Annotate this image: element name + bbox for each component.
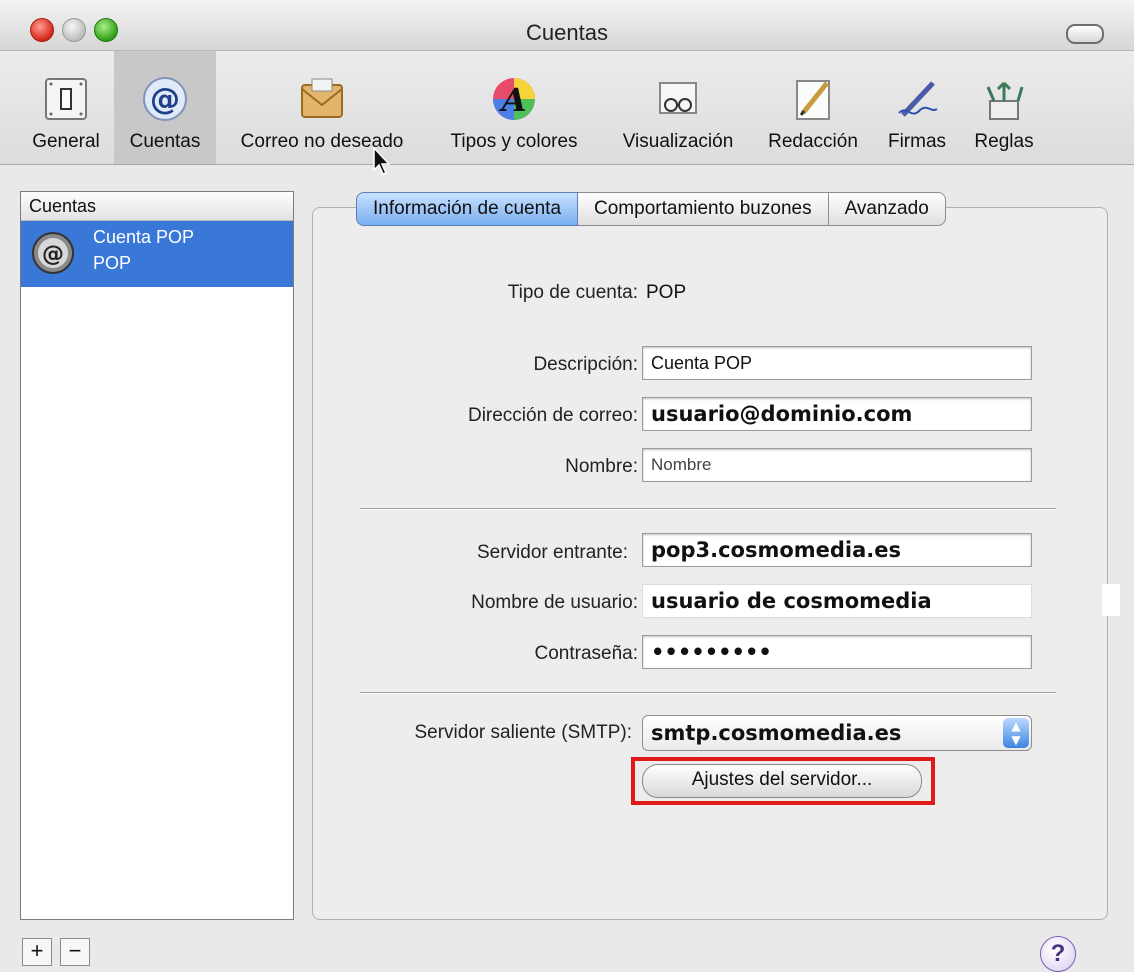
toolbar-label: Reglas xyxy=(974,131,1034,152)
toolbar-cuentas[interactable]: @ Cuentas xyxy=(114,51,216,164)
account-type: POP xyxy=(93,253,132,273)
username-field[interactable]: usuario de cosmomedia xyxy=(642,584,1032,618)
smtp-server-label: Servidor saliente (SMTP): xyxy=(414,722,632,743)
switch-icon xyxy=(45,78,87,120)
toolbar-label: Redacción xyxy=(768,131,858,152)
svg-text:A: A xyxy=(499,81,527,119)
toolbar-label: Correo no deseado xyxy=(240,131,404,152)
at-account-icon: @ xyxy=(32,232,74,274)
toolbar-toggle-button[interactable] xyxy=(1066,24,1104,44)
title-bar: Cuentas xyxy=(0,0,1134,51)
updown-arrows-icon: ▲ ▼ xyxy=(1003,718,1029,748)
description-label: Descripción: xyxy=(533,354,638,375)
divider xyxy=(360,508,1056,509)
svg-text:@: @ xyxy=(150,82,180,117)
mouse-cursor-icon xyxy=(373,146,391,175)
accounts-list-header: Cuentas xyxy=(21,192,293,221)
toolbar-redaccion[interactable]: Redacción xyxy=(758,51,868,164)
tab-informacion-de-cuenta[interactable]: Información de cuenta xyxy=(356,192,579,226)
rules-arrows-icon xyxy=(986,81,1024,120)
add-account-button[interactable]: + xyxy=(22,938,52,966)
at-icon: @ xyxy=(143,77,187,121)
accounts-list: Cuentas @ Cuenta POP POP xyxy=(20,191,294,920)
remove-account-button[interactable]: − xyxy=(60,938,90,966)
toolbar-reglas[interactable]: Reglas xyxy=(964,51,1044,164)
toolbar-visualizacion[interactable]: Visualización xyxy=(604,51,752,164)
compose-pencil-icon xyxy=(796,80,830,120)
name-label: Nombre: xyxy=(565,456,638,477)
junk-mail-icon xyxy=(301,78,343,118)
email-label: Dirección de correo: xyxy=(467,405,638,426)
help-button[interactable]: ? xyxy=(1040,936,1076,972)
incoming-server-label: Servidor entrante: xyxy=(476,542,628,563)
incoming-server-field[interactable]: pop3.cosmomedia.es xyxy=(642,533,1032,567)
account-tabs: Información de cuenta Comportamiento buz… xyxy=(356,192,946,226)
viewing-glasses-icon xyxy=(659,82,697,114)
account-type-label: Tipo de cuenta: xyxy=(507,282,638,303)
fonts-colors-icon: A xyxy=(493,78,535,120)
divider xyxy=(360,692,1056,693)
server-settings-button[interactable]: Ajustes del servidor... xyxy=(642,764,922,798)
account-type-value: POP xyxy=(646,282,687,303)
svg-text:@: @ xyxy=(42,242,64,267)
username-label: Nombre de usuario: xyxy=(471,592,638,613)
preferences-toolbar: General @ Cuentas Correo no deseado A Ti… xyxy=(0,51,1134,175)
password-field[interactable]: ••••••••• xyxy=(642,635,1032,669)
password-label: Contraseña: xyxy=(534,643,638,664)
toolbar-firmas[interactable]: Firmas xyxy=(876,51,958,164)
account-name: Cuenta POP xyxy=(93,227,195,247)
toolbar-label: Cuentas xyxy=(129,131,201,152)
toolbar-tipos-y-colores[interactable]: A Tipos y colores xyxy=(432,51,596,164)
tab-avanzado[interactable]: Avanzado xyxy=(828,192,946,226)
toolbar-label: General xyxy=(32,131,100,152)
tab-comportamiento-buzones[interactable]: Comportamiento buzones xyxy=(578,192,829,226)
toolbar-general[interactable]: General xyxy=(20,51,112,164)
toolbar-label: Visualización xyxy=(622,131,734,152)
email-field[interactable]: usuario@dominio.com xyxy=(642,397,1032,431)
account-row-cuenta-pop[interactable]: @ Cuenta POP POP xyxy=(21,221,293,287)
blank-patch xyxy=(1102,584,1120,616)
name-field[interactable]: Nombre xyxy=(642,448,1032,482)
smtp-server-value: smtp.cosmomedia.es xyxy=(651,721,902,745)
description-field[interactable]: Cuenta POP xyxy=(642,346,1032,380)
toolbar-label: Firmas xyxy=(887,131,947,152)
signature-pen-icon xyxy=(898,81,938,117)
smtp-server-select[interactable]: smtp.cosmomedia.es ▲ ▼ xyxy=(642,715,1032,751)
toolbar-correo-no-deseado[interactable]: Correo no deseado xyxy=(222,51,422,164)
toolbar-label: Tipos y colores xyxy=(450,131,578,152)
window-title: Cuentas xyxy=(526,20,608,45)
